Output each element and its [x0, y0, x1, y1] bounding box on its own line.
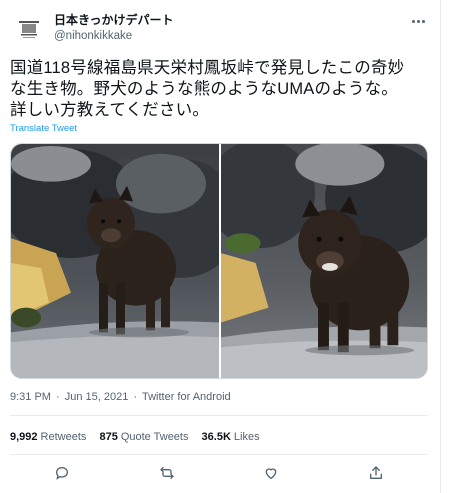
- quotes-stat[interactable]: 875 Quote Tweets: [99, 431, 188, 443]
- retweets-label: Retweets: [40, 431, 87, 443]
- more-options-icon[interactable]: [408, 14, 428, 28]
- user-handle[interactable]: @nihonkikkake: [54, 28, 174, 44]
- retweet-icon[interactable]: [157, 463, 177, 483]
- retweets-count: 9,992: [10, 431, 38, 443]
- display-name[interactable]: 日本きっかけデパート: [54, 12, 174, 28]
- likes-count: 36.5K: [201, 431, 231, 443]
- meta-separator: ·: [133, 391, 138, 403]
- tweet-time[interactable]: 9:31 PM: [10, 391, 51, 403]
- photo-right[interactable]: [221, 144, 427, 378]
- tweet-date[interactable]: Jun 15, 2021: [65, 391, 129, 403]
- tweet-text-line: 詳しい方教えてください。: [10, 101, 210, 119]
- department-store-logo-icon: [12, 12, 46, 46]
- share-icon[interactable]: [366, 463, 386, 483]
- divider: [10, 454, 428, 455]
- dark-furry-animal-photo-left: [11, 144, 219, 378]
- dark-furry-animal-photo-right: [221, 144, 427, 378]
- retweets-stat[interactable]: 9,992 Retweets: [10, 431, 86, 443]
- likes-label: Likes: [233, 431, 260, 443]
- tweet-source[interactable]: Twitter for Android: [142, 391, 231, 403]
- tweet-text: 国道118号線福島県天栄村鳳坂峠で発見したこの奇妙 な生き物。野犬のような熊のよ…: [10, 58, 430, 121]
- tweet-actions: [10, 459, 428, 487]
- tweet-stats: 9,992 Retweets 875 Quote Tweets 36.5K Likes: [10, 431, 270, 443]
- quotes-label: Quote Tweets: [120, 431, 189, 443]
- avatar[interactable]: [12, 12, 46, 46]
- meta-separator: ·: [56, 391, 60, 403]
- tweet-card: 日本きっかけデパート @nihonkikkake 国道118号線福島県天栄村鳳坂…: [0, 0, 441, 493]
- tweet-media: [10, 143, 428, 379]
- likes-stat[interactable]: 36.5K Likes: [202, 431, 260, 443]
- translate-tweet-link[interactable]: Translate Tweet: [10, 123, 77, 134]
- tweet-header: 日本きっかけデパート @nihonkikkake: [10, 8, 428, 48]
- tweet-metadata: 9:31 PM · Jun 15, 2021 · Twitter for And…: [10, 391, 233, 403]
- reply-icon[interactable]: [52, 463, 72, 483]
- photo-left[interactable]: [11, 144, 219, 378]
- tweet-text-line: な生き物。野犬のような熊のようなUMAのような。: [10, 80, 398, 98]
- tweet-text-line: 国道118号線福島県天栄村鳳坂峠で発見したこの奇妙: [10, 59, 405, 77]
- divider: [10, 415, 428, 416]
- like-icon[interactable]: [261, 463, 281, 483]
- quotes-count: 875: [99, 431, 118, 443]
